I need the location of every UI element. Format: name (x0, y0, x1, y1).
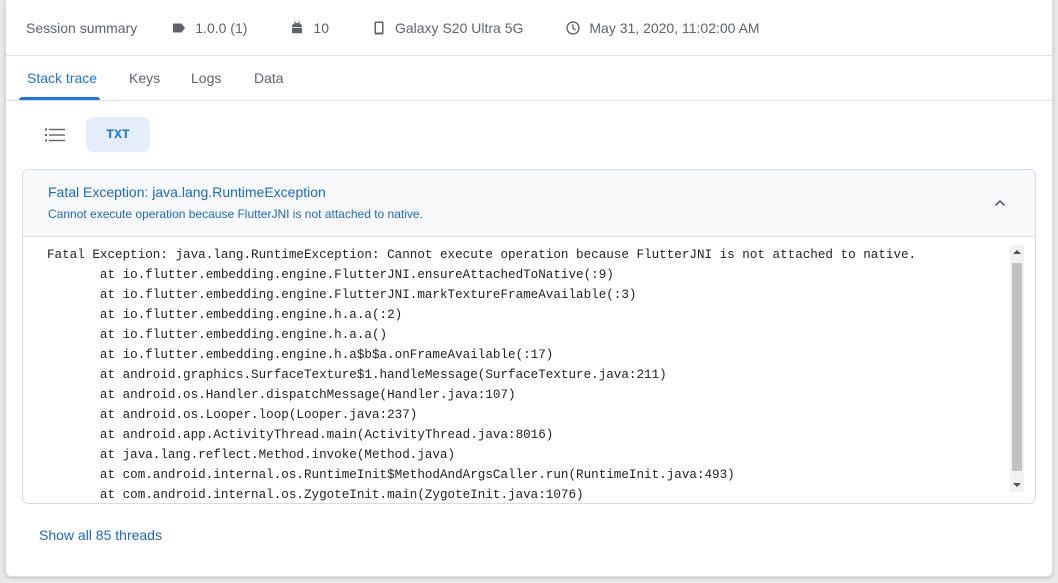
clock-icon (566, 20, 581, 35)
exception-header[interactable]: Fatal Exception: java.lang.RuntimeExcept… (23, 170, 1035, 237)
trace-line: at io.flutter.embedding.engine.FlutterJN… (47, 268, 614, 282)
exception-panel: Fatal Exception: java.lang.RuntimeExcept… (22, 169, 1036, 504)
device-model: Galaxy S20 Ultra 5G (371, 20, 523, 36)
session-timestamp: May 31, 2020, 11:02:00 AM (565, 19, 760, 36)
list-view-toggle[interactable] (42, 120, 68, 150)
trace-line: at com.android.internal.os.ZygoteInit.ma… (47, 488, 584, 502)
session-summary-bar: Session summary 1.0.0 (1) 10 Galaxy S20 … (6, 0, 1052, 56)
trace-line: Fatal Exception: java.lang.RuntimeExcept… (47, 248, 917, 262)
trace-line: at com.android.internal.os.RuntimeInit$M… (47, 468, 735, 482)
exception-message: Cannot execute operation because Flutter… (48, 207, 423, 221)
trace-line: at io.flutter.embedding.engine.h.a$b$a.o… (47, 348, 554, 362)
chevron-up-icon (994, 199, 1006, 207)
trace-line: at android.graphics.SurfaceTexture$1.han… (47, 368, 667, 382)
android-icon (292, 20, 303, 33)
device-model-value: Galaxy S20 Ultra 5G (394, 19, 524, 36)
label-tag-icon (173, 23, 186, 32)
active-tab-indicator (19, 97, 100, 100)
trace-line: at android.os.Looper.loop(Looper.java:23… (47, 408, 418, 422)
trace-line: at io.flutter.embedding.engine.h.a.a(:2) (47, 308, 403, 322)
stack-trace-text: Fatal Exception: java.lang.RuntimeExcept… (47, 245, 916, 503)
trace-line: at java.lang.reflect.Method.invoke(Metho… (47, 448, 456, 462)
android-version: 10 (289, 20, 329, 36)
trace-line: at android.os.Handler.dispatchMessage(Ha… (47, 388, 516, 402)
tab-stack-trace[interactable]: Stack trace (27, 56, 97, 100)
tab-keys[interactable]: Keys (129, 56, 160, 100)
scrollbar-thumb[interactable] (1012, 263, 1022, 471)
trace-line: at io.flutter.embedding.engine.FlutterJN… (47, 288, 637, 302)
show-all-threads-link[interactable]: Show all 85 threads (39, 527, 162, 543)
session-summary-title: Session summary (26, 19, 138, 36)
scroll-down-arrow[interactable] (1010, 478, 1024, 492)
app-version-value: 1.0.0 (1) (195, 19, 248, 36)
trace-line: at io.flutter.embedding.engine.h.a.a() (47, 328, 388, 342)
scroll-up-arrow[interactable] (1010, 245, 1024, 259)
triangle-up-icon (1013, 250, 1021, 254)
smartphone-icon (374, 21, 384, 34)
trace-line: at android.app.ActivityThread.main(Activ… (47, 428, 554, 442)
stack-trace-viewer[interactable]: Fatal Exception: java.lang.RuntimeExcept… (23, 237, 1035, 503)
android-version-value: 10 (313, 19, 329, 36)
session-timestamp-value: May 31, 2020, 11:02:00 AM (589, 19, 760, 36)
app-version: 1.0.0 (1) (171, 20, 247, 36)
vertical-scrollbar[interactable] (1010, 245, 1024, 492)
session-card: Session summary 1.0.0 (1) 10 Galaxy S20 … (5, 0, 1053, 577)
triangle-down-icon (1013, 483, 1021, 487)
txt-view-toggle[interactable]: TXT (86, 117, 150, 152)
exception-title: Fatal Exception: java.lang.RuntimeExcept… (48, 184, 326, 200)
tab-data[interactable]: Data (254, 56, 284, 100)
tab-logs[interactable]: Logs (191, 56, 221, 100)
detail-tabs: Stack trace Keys Logs Data (6, 56, 1052, 101)
list-icon (45, 128, 65, 142)
collapse-button[interactable] (991, 194, 1009, 212)
